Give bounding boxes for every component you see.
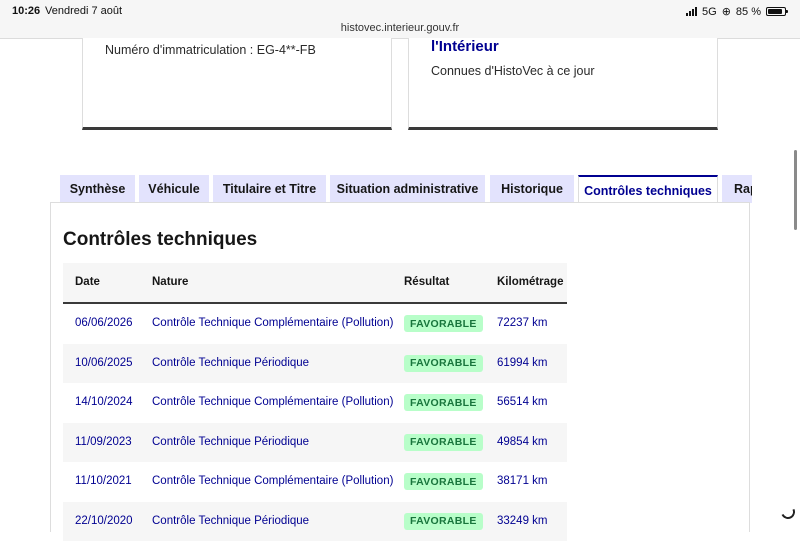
tab-titulaire[interactable]: Titulaire et Titre xyxy=(213,175,326,203)
loading-spinner-icon xyxy=(779,503,797,521)
url-text[interactable]: histovec.interieur.gouv.fr xyxy=(0,22,800,34)
cell-nature: Contrôle Technique Périodique xyxy=(152,436,309,448)
battery-icon xyxy=(766,7,786,16)
tab-historique[interactable]: Historique xyxy=(490,175,574,203)
tab-synthese[interactable]: Synthèse xyxy=(60,175,135,203)
result-badge: FAVORABLE xyxy=(404,473,483,490)
info-card-subtitle: Connues d'HistoVec à ce jour xyxy=(431,64,595,78)
result-badge: FAVORABLE xyxy=(404,434,483,451)
result-badge: FAVORABLE xyxy=(404,355,483,372)
info-card: l'Intérieur Connues d'HistoVec à ce jour xyxy=(408,38,718,130)
cell-km: 38171 km xyxy=(497,475,548,487)
section-title: Contrôles techniques xyxy=(63,229,257,251)
table-row: 14/10/2024 Contrôle Technique Complément… xyxy=(63,383,567,423)
table-row: 22/10/2020 Contrôle Technique Périodique… xyxy=(63,502,567,541)
cell-date: 14/10/2024 xyxy=(75,396,133,408)
cell-km: 49854 km xyxy=(497,436,548,448)
cell-km: 72237 km xyxy=(497,317,548,329)
column-nature: Nature xyxy=(152,276,188,288)
cell-date: 10/06/2025 xyxy=(75,357,133,369)
table-row: 06/06/2026 Contrôle Technique Complément… xyxy=(63,304,567,344)
info-card-title: l'Intérieur xyxy=(431,38,499,55)
column-kilometrage: Kilométrage xyxy=(497,276,563,288)
status-right: 5G ⊕ 85 % xyxy=(686,5,786,18)
cell-nature: Contrôle Technique Complémentaire (Pollu… xyxy=(152,317,393,329)
result-badge: FAVORABLE xyxy=(404,315,483,332)
cell-km: 56514 km xyxy=(497,396,548,408)
tab-vehicule[interactable]: Véhicule xyxy=(139,175,209,203)
cell-nature: Contrôle Technique Complémentaire (Pollu… xyxy=(152,396,393,408)
signal-icon xyxy=(686,7,697,16)
result-badge: FAVORABLE xyxy=(404,513,483,530)
column-date: Date xyxy=(75,276,100,288)
orientation-lock-icon: ⊕ xyxy=(722,5,731,18)
table-header: Date Nature Résultat Kilométrage xyxy=(63,263,567,304)
registration-number: Numéro d'immatriculation : EG-4**-FB xyxy=(105,43,316,57)
cell-date: 06/06/2026 xyxy=(75,317,133,329)
cell-km: 61994 km xyxy=(497,357,548,369)
tab-controles-techniques[interactable]: Contrôles techniques xyxy=(578,175,718,203)
battery-label: 85 % xyxy=(736,6,761,18)
network-label: 5G xyxy=(702,6,717,18)
address-bar[interactable]: histovec.interieur.gouv.fr xyxy=(0,22,800,39)
status-bar: 10:26 Vendredi 7 août 5G ⊕ 85 % xyxy=(0,0,800,22)
vehicle-card: Numéro d'immatriculation : EG-4**-FB xyxy=(82,38,392,130)
table-row: 11/09/2023 Contrôle Technique Périodique… xyxy=(63,423,567,463)
table-row: 11/10/2021 Contrôle Technique Complément… xyxy=(63,462,567,502)
page-scrollbar[interactable] xyxy=(794,150,797,230)
column-resultat: Résultat xyxy=(404,276,449,288)
table-row: 10/06/2025 Contrôle Technique Périodique… xyxy=(63,344,567,384)
cell-nature: Contrôle Technique Complémentaire (Pollu… xyxy=(152,475,393,487)
tab-rapport[interactable]: Rap xyxy=(722,175,752,203)
result-badge: FAVORABLE xyxy=(404,394,483,411)
tab-situation-administrative[interactable]: Situation administrative xyxy=(330,175,485,203)
status-date: Vendredi 7 août xyxy=(45,5,122,17)
cell-date: 11/10/2021 xyxy=(75,475,132,487)
status-time: 10:26 xyxy=(12,5,40,17)
inspections-table: Date Nature Résultat Kilométrage 06/06/2… xyxy=(63,263,567,541)
tab-bar: Synthèse Véhicule Titulaire et Titre Sit… xyxy=(60,175,752,203)
cell-date: 11/09/2023 xyxy=(75,436,132,448)
cell-nature: Contrôle Technique Périodique xyxy=(152,357,309,369)
